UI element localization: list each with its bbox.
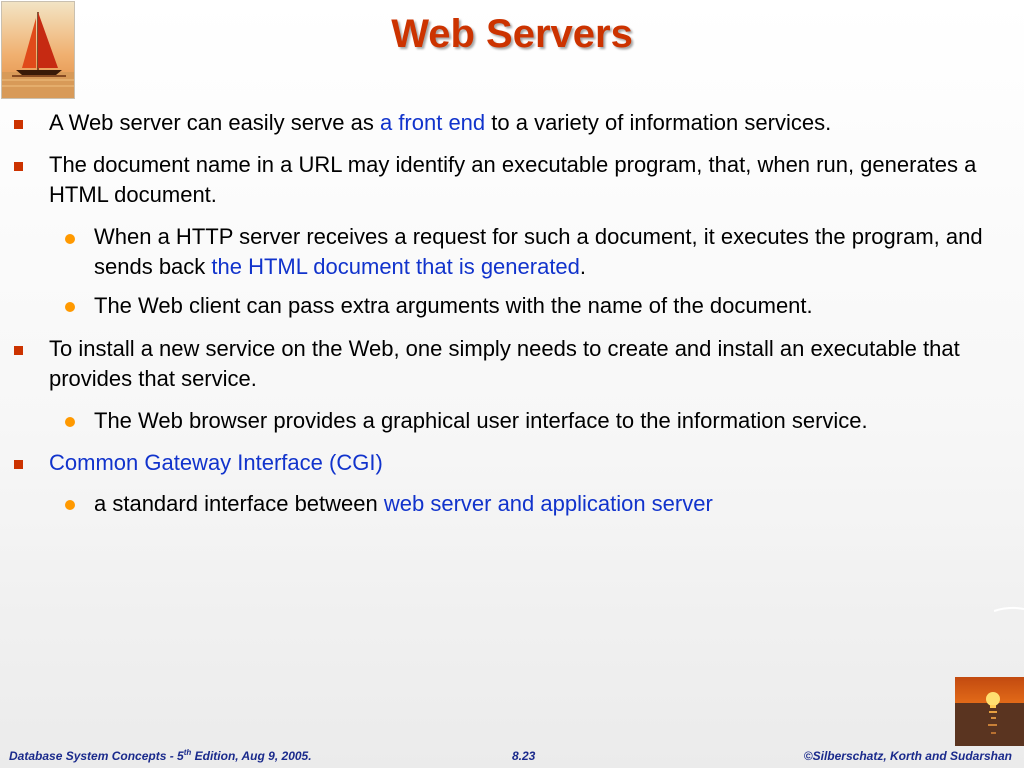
bullet-item-6: The Web browser provides a graphical use… xyxy=(94,406,1009,436)
round-bullet-icon xyxy=(65,302,75,312)
bullet-item-3: When a HTTP server receives a request fo… xyxy=(94,222,1009,282)
footer: Database System Concepts - 5th Edition, … xyxy=(0,744,1024,766)
square-bullet-icon xyxy=(14,460,23,469)
slide-title: Web Servers xyxy=(391,12,633,56)
bullet-item-2: The document name in a URL may identify … xyxy=(49,150,1004,210)
square-bullet-icon xyxy=(14,120,23,129)
bullet-text: A Web server can easily serve as xyxy=(49,110,380,135)
bullet-item-5: To install a new service on the Web, one… xyxy=(49,334,1004,394)
footer-book-title: Database System Concepts - 5 xyxy=(9,749,184,763)
bullet-text: The Web browser provides a graphical use… xyxy=(94,408,868,433)
bullet-text: to a variety of information services. xyxy=(485,110,832,135)
bullet-text: To install a new service on the Web, one… xyxy=(49,336,960,391)
bullet-item-7: Common Gateway Interface (CGI) xyxy=(49,448,1004,478)
link-text: a front end xyxy=(379,110,486,135)
bullet-item-8: a standard interface between web server … xyxy=(94,489,1009,519)
round-bullet-icon xyxy=(65,234,75,244)
bullet-text: . xyxy=(579,254,587,279)
bullet-text: The document name in a URL may identify … xyxy=(49,152,977,207)
page-number: 8.23 xyxy=(512,749,536,763)
bullet-item-4: The Web client can pass extra arguments … xyxy=(94,291,1009,321)
footer-copyright: ©Silberschatz, Korth and Sudarshan xyxy=(803,749,1012,763)
sunset-image xyxy=(955,677,1024,746)
square-bullet-icon xyxy=(14,346,23,355)
footer-book-info: Database System Concepts - 5th Edition, … xyxy=(9,749,312,764)
link-text: the HTML document that is generated xyxy=(211,254,580,279)
square-bullet-icon xyxy=(14,162,23,171)
round-bullet-icon xyxy=(65,417,75,427)
wave-decoration-icon xyxy=(994,606,1024,612)
link-text: Common Gateway Interface (CGI) xyxy=(49,450,383,475)
bullet-text: The Web client can pass extra arguments … xyxy=(94,293,813,318)
bullet-item-1: A Web server can easily serve as a front… xyxy=(49,108,1004,138)
footer-edition-date: Edition, Aug 9, 2005. xyxy=(191,749,312,763)
bullet-text: a standard interface between xyxy=(94,491,384,516)
round-bullet-icon xyxy=(65,500,75,510)
link-text: web server and application server xyxy=(383,491,713,516)
